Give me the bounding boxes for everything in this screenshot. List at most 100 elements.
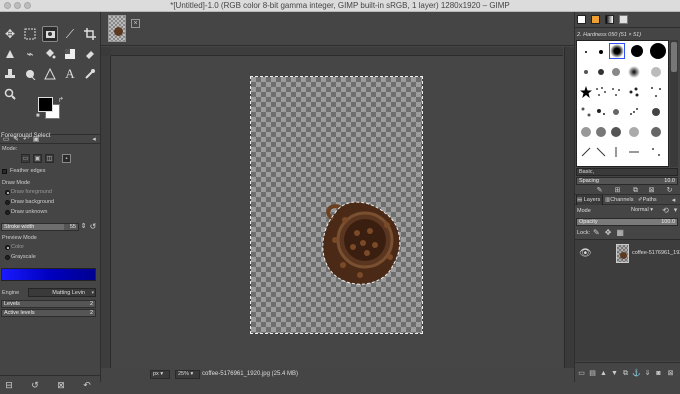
mode-cycle-icon[interactable]: ⟲ <box>661 206 670 215</box>
brush-item[interactable] <box>594 145 607 158</box>
brush-item[interactable] <box>627 145 640 158</box>
brush-item[interactable] <box>579 125 592 138</box>
layer-row[interactable]: 👁 coffee-5176961_1920 <box>575 242 680 265</box>
gradient-preview-swatch[interactable] <box>605 15 614 24</box>
brush-item[interactable] <box>609 65 622 78</box>
duplicate-layer-icon[interactable]: ⧉ <box>621 369 630 378</box>
close-icon[interactable]: × <box>131 19 140 28</box>
brush-item[interactable] <box>629 43 645 59</box>
stroke-width-spin-icon[interactable]: ⇕ <box>79 220 88 232</box>
preview-color-radio[interactable] <box>5 245 10 250</box>
merge-layer-icon[interactable]: ⇓ <box>643 369 652 378</box>
dodge-icon[interactable] <box>42 66 58 82</box>
preview-grayscale-radio[interactable] <box>5 255 10 260</box>
brush-item[interactable] <box>594 65 607 78</box>
star-brush-icon[interactable] <box>579 85 592 98</box>
mode-intersect-button[interactable]: ▪ <box>62 154 71 163</box>
tab-menu-icon[interactable]: ◂ <box>669 196 678 205</box>
tab-paths[interactable]: ✐Paths <box>638 195 665 205</box>
lock-alpha-icon[interactable]: ▦ <box>616 228 629 237</box>
brush-scrollbar[interactable] <box>670 40 678 167</box>
brush-item[interactable] <box>649 145 662 158</box>
brush-item[interactable] <box>627 85 640 98</box>
magnify-icon[interactable] <box>2 86 18 102</box>
warp-icon[interactable]: ⌁ <box>22 46 38 62</box>
mask-layer-icon[interactable]: ◙ <box>654 369 663 378</box>
unit-select[interactable]: px ▾ <box>150 370 170 379</box>
tab-layers[interactable]: ▤ Layers <box>576 195 603 205</box>
draw-background-radio[interactable] <box>5 200 10 205</box>
zoom-select[interactable]: 25% ▾ <box>175 370 200 379</box>
visibility-eye-icon[interactable]: 👁 <box>579 248 592 259</box>
mode-add-button[interactable]: ▣ <box>33 154 42 163</box>
delete-layer-icon[interactable]: ⊠ <box>666 369 675 378</box>
quick-mask-toggle[interactable] <box>101 47 111 56</box>
new-layer-icon[interactable]: ▭ <box>577 369 586 378</box>
brush-item[interactable] <box>627 65 640 78</box>
mode-replace-button[interactable]: ▭ <box>21 154 30 163</box>
brush-item[interactable] <box>579 65 592 78</box>
draw-unknown-radio[interactable] <box>5 210 10 215</box>
eraser-icon[interactable] <box>82 46 98 62</box>
brush-item[interactable] <box>649 105 662 118</box>
crop-icon[interactable] <box>82 26 98 42</box>
foreground-color-swatch[interactable] <box>38 97 53 112</box>
brush-item[interactable] <box>579 105 592 118</box>
vertical-ruler[interactable] <box>101 56 111 368</box>
pattern-preview-swatch[interactable] <box>591 15 600 24</box>
tab-channels[interactable]: ▥Channels <box>605 195 637 205</box>
image-tab-thumbnail[interactable] <box>108 15 126 42</box>
fuzzy-select-icon[interactable]: ⟋ <box>62 26 78 42</box>
new-group-icon[interactable]: ▤ <box>588 369 597 378</box>
active-levels-slider[interactable]: Active levels 2 <box>1 309 96 317</box>
draw-foreground-radio[interactable] <box>5 190 10 195</box>
color-picker-icon[interactable] <box>82 66 98 82</box>
feather-edges-checkbox[interactable] <box>2 169 7 174</box>
gradient-icon[interactable] <box>62 46 78 62</box>
reset-stroke-icon[interactable]: ↺ <box>88 220 98 232</box>
font-preview-swatch[interactable] <box>619 15 628 24</box>
brush-item[interactable] <box>649 125 662 138</box>
lower-layer-icon[interactable]: ▼ <box>610 369 619 378</box>
brush-item[interactable] <box>609 85 622 98</box>
paint-bucket-icon[interactable] <box>42 46 58 62</box>
vertical-scrollbar[interactable] <box>564 47 574 368</box>
engine-select[interactable]: Matting Levin ▾ <box>28 288 96 297</box>
brush-item[interactable] <box>627 125 640 138</box>
spacing-slider[interactable]: Spacing 10.0 <box>576 177 678 185</box>
brush-item[interactable] <box>579 45 592 58</box>
clone-icon[interactable] <box>2 66 18 82</box>
reset-colors-icon[interactable]: ■ <box>36 113 40 119</box>
brush-preview-swatch[interactable] <box>577 15 586 24</box>
anchor-layer-icon[interactable]: ⚓ <box>632 369 641 378</box>
tab-menu-icon[interactable]: ◂ <box>90 136 98 143</box>
brush-item-selected[interactable] <box>609 43 625 59</box>
brush-item[interactable] <box>609 105 622 118</box>
foreground-select-icon[interactable] <box>42 26 58 42</box>
brush-item[interactable] <box>627 105 640 118</box>
brush-item[interactable] <box>594 105 607 118</box>
raise-layer-icon[interactable]: ▲ <box>599 369 608 378</box>
brush-item[interactable] <box>594 85 607 98</box>
opacity-slider[interactable]: Opacity 100.0 <box>576 218 678 226</box>
brush-grid[interactable] <box>576 40 669 167</box>
preview-color-button[interactable] <box>1 268 96 281</box>
rect-select-icon[interactable] <box>22 26 38 42</box>
brush-item[interactable] <box>594 45 607 58</box>
chevron-down-icon[interactable]: ▾ <box>671 206 680 215</box>
smudge-icon[interactable] <box>22 66 38 82</box>
brush-item[interactable] <box>579 145 592 158</box>
lock-position-icon[interactable]: ✥ <box>605 228 617 237</box>
layer-mode-select[interactable]: Normal ▾ <box>619 206 661 215</box>
brush-item[interactable] <box>649 65 662 78</box>
text-icon[interactable]: A <box>62 66 78 82</box>
brush-item[interactable] <box>609 145 622 158</box>
scrollbar-thumb[interactable] <box>671 42 677 72</box>
levels-slider[interactable]: Levels 2 <box>1 300 96 308</box>
move-icon[interactable]: ✥ <box>2 26 18 42</box>
brush-item[interactable] <box>649 42 667 60</box>
brush-set-select[interactable]: Basic, <box>576 168 678 176</box>
unified-transform-icon[interactable] <box>2 46 18 62</box>
horizontal-ruler[interactable] <box>111 47 563 56</box>
brush-item[interactable] <box>649 85 662 98</box>
